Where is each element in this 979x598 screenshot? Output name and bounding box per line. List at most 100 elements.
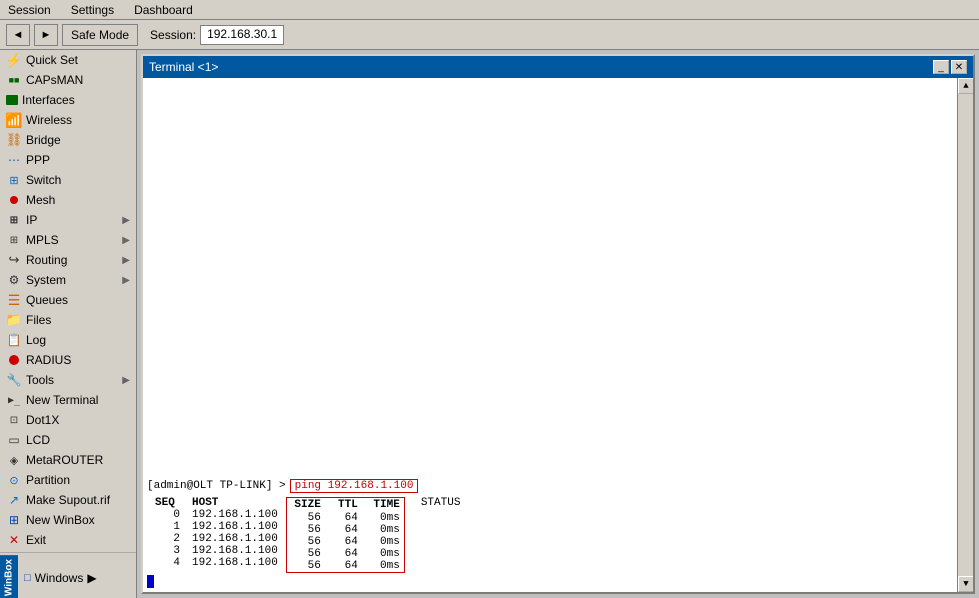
sidebar-label-wireless: Wireless [26,113,72,127]
ping-size: 56 [291,512,321,524]
terminal-close-button[interactable]: ✕ [951,60,967,74]
windows-arrow: ▶ [87,571,96,585]
terminal-controls: _ ✕ [933,60,967,74]
sidebar-item-ppp[interactable]: ⋯ PPP [0,150,136,170]
ping-time: 0ms [370,560,400,572]
sidebar-item-mesh[interactable]: Mesh [0,190,136,210]
mpls-arrow: ▶ [122,235,130,246]
ping-size: 56 [291,524,321,536]
terminal-body[interactable]: ▲ ▼ [admin@OLT TP-LINK] > ping 192.168.1… [143,78,973,592]
main-layout: ⚡ Quick Set ■■ CAPsMAN Interfaces 📶 Wire… [0,50,979,598]
sidebar-item-metarouter[interactable]: ◈ MetaROUTER [0,450,136,470]
system-arrow: ▶ [122,275,130,286]
sidebar-label-metarouter: MetaROUTER [26,453,103,467]
sidebar-label-ppp: PPP [26,153,50,167]
ping-time: 0ms [370,536,400,548]
sidebar-item-system[interactable]: ⚙ System ▶ [0,270,136,290]
ping-seq: 3 [155,545,180,557]
sidebar-label-queues: Queues [26,293,68,307]
col-header-seq: SEQ [155,497,180,509]
sidebar-item-radius[interactable]: RADIUS [0,350,136,370]
sidebar-item-switch[interactable]: ⊞ Switch [0,170,136,190]
safe-mode-button[interactable]: Safe Mode [62,24,138,46]
ping-size: 56 [291,536,321,548]
scroll-down-button[interactable]: ▼ [958,576,973,592]
winbox-sidebar-label: WinBox [0,555,18,598]
terminal-scrollbar[interactable]: ▲ ▼ [957,78,973,592]
ping-host: 192.168.1.100 [192,509,278,521]
ping-host: 192.168.1.100 [192,521,278,533]
back-button[interactable]: ◄ [6,24,30,46]
menu-dashboard[interactable]: Dashboard [130,1,197,19]
sidebar-label-radius: RADIUS [26,353,71,367]
sidebar-label-make-supout: Make Supout.rif [26,493,110,507]
sidebar-item-windows[interactable]: □ Windows ▶ [18,568,103,588]
ping-rows-right: 56640ms56640ms56640ms56640ms56640ms [287,512,404,572]
switch-icon: ⊞ [6,172,22,188]
sidebar-item-newterminal[interactable]: ▶_ New Terminal [0,390,136,410]
sidebar-label-dot1x: Dot1X [26,413,59,427]
terminal-title: Terminal <1> [149,60,218,74]
make-supout-icon: ↗ [6,492,22,508]
forward-button[interactable]: ► [34,24,58,46]
sidebar-label-newwinbox: New WinBox [26,513,95,527]
sidebar-item-files[interactable]: 📁 Files [0,310,136,330]
sidebar-item-bridge[interactable]: ⛓ Bridge [0,130,136,150]
sidebar: ⚡ Quick Set ■■ CAPsMAN Interfaces 📶 Wire… [0,50,137,598]
sidebar-label-mesh: Mesh [26,193,55,207]
session-value: 192.168.30.1 [200,25,284,45]
sidebar-label-capsman: CAPsMAN [26,73,83,87]
sidebar-item-wireless[interactable]: 📶 Wireless [0,110,136,130]
capsman-icon: ■■ [6,72,22,88]
sidebar-item-mpls[interactable]: ⊞ MPLS ▶ [0,230,136,250]
ping-ttl: 64 [333,536,358,548]
queues-icon: ☰ [6,292,22,308]
scroll-up-button[interactable]: ▲ [958,78,973,94]
sidebar-item-interfaces[interactable]: Interfaces [0,90,136,110]
ping-host: 192.168.1.100 [192,557,278,569]
mpls-icon: ⊞ [6,232,22,248]
ping-left-table: SEQ HOST 0192.168.1.1001192.168.1.100219… [155,497,278,569]
system-icon: ⚙ [6,272,22,288]
cursor-line [147,575,951,588]
ping-right-row: 56640ms [287,548,404,560]
sidebar-item-newwinbox[interactable]: ⊞ New WinBox [0,510,136,530]
command-text: ping 192.168.1.100 [290,479,419,493]
menu-settings[interactable]: Settings [67,1,118,19]
ip-arrow: ▶ [122,215,130,226]
sidebar-item-make-supout[interactable]: ↗ Make Supout.rif [0,490,136,510]
sidebar-item-exit[interactable]: ✕ Exit [0,530,136,550]
sidebar-item-log[interactable]: 📋 Log [0,330,136,350]
sidebar-item-partition[interactable]: ⊙ Partition [0,470,136,490]
sidebar-item-tools[interactable]: 🔧 Tools ▶ [0,370,136,390]
terminal-empty-space [147,82,951,479]
log-icon: 📋 [6,332,22,348]
bridge-icon: ⛓ [6,132,22,148]
sidebar-label-windows: Windows [35,571,84,585]
sidebar-label-lcd: LCD [26,433,50,447]
sidebar-item-capsman[interactable]: ■■ CAPsMAN [0,70,136,90]
quickset-icon: ⚡ [6,52,22,68]
terminal-window: Terminal <1> _ ✕ ▲ ▼ [141,54,975,594]
sidebar-item-lcd[interactable]: ▭ LCD [0,430,136,450]
terminal-minimize-button[interactable]: _ [933,60,949,74]
sidebar-item-dot1x[interactable]: ⊡ Dot1X [0,410,136,430]
sidebar-label-ip: IP [26,213,37,227]
ping-output: SEQ HOST 0192.168.1.1001192.168.1.100219… [155,497,951,573]
sidebar-item-quickset[interactable]: ⚡ Quick Set [0,50,136,70]
interfaces-icon [6,95,18,105]
sidebar-item-ip[interactable]: ⊞ IP ▶ [0,210,136,230]
ping-seq: 4 [155,557,180,569]
tools-icon: 🔧 [6,372,22,388]
sidebar-label-partition: Partition [26,473,70,487]
sidebar-item-routing[interactable]: ↪ Routing ▶ [0,250,136,270]
ping-right-table: SIZE TTL TIME 56640ms56640ms56640ms56640… [286,497,405,573]
routing-arrow: ▶ [122,255,130,266]
ping-seq: 2 [155,533,180,545]
session-label: Session: [150,28,196,42]
ping-ttl: 64 [333,548,358,560]
menu-session[interactable]: Session [4,1,55,19]
ping-time: 0ms [370,512,400,524]
ping-ttl: 64 [333,512,358,524]
sidebar-item-queues[interactable]: ☰ Queues [0,290,136,310]
